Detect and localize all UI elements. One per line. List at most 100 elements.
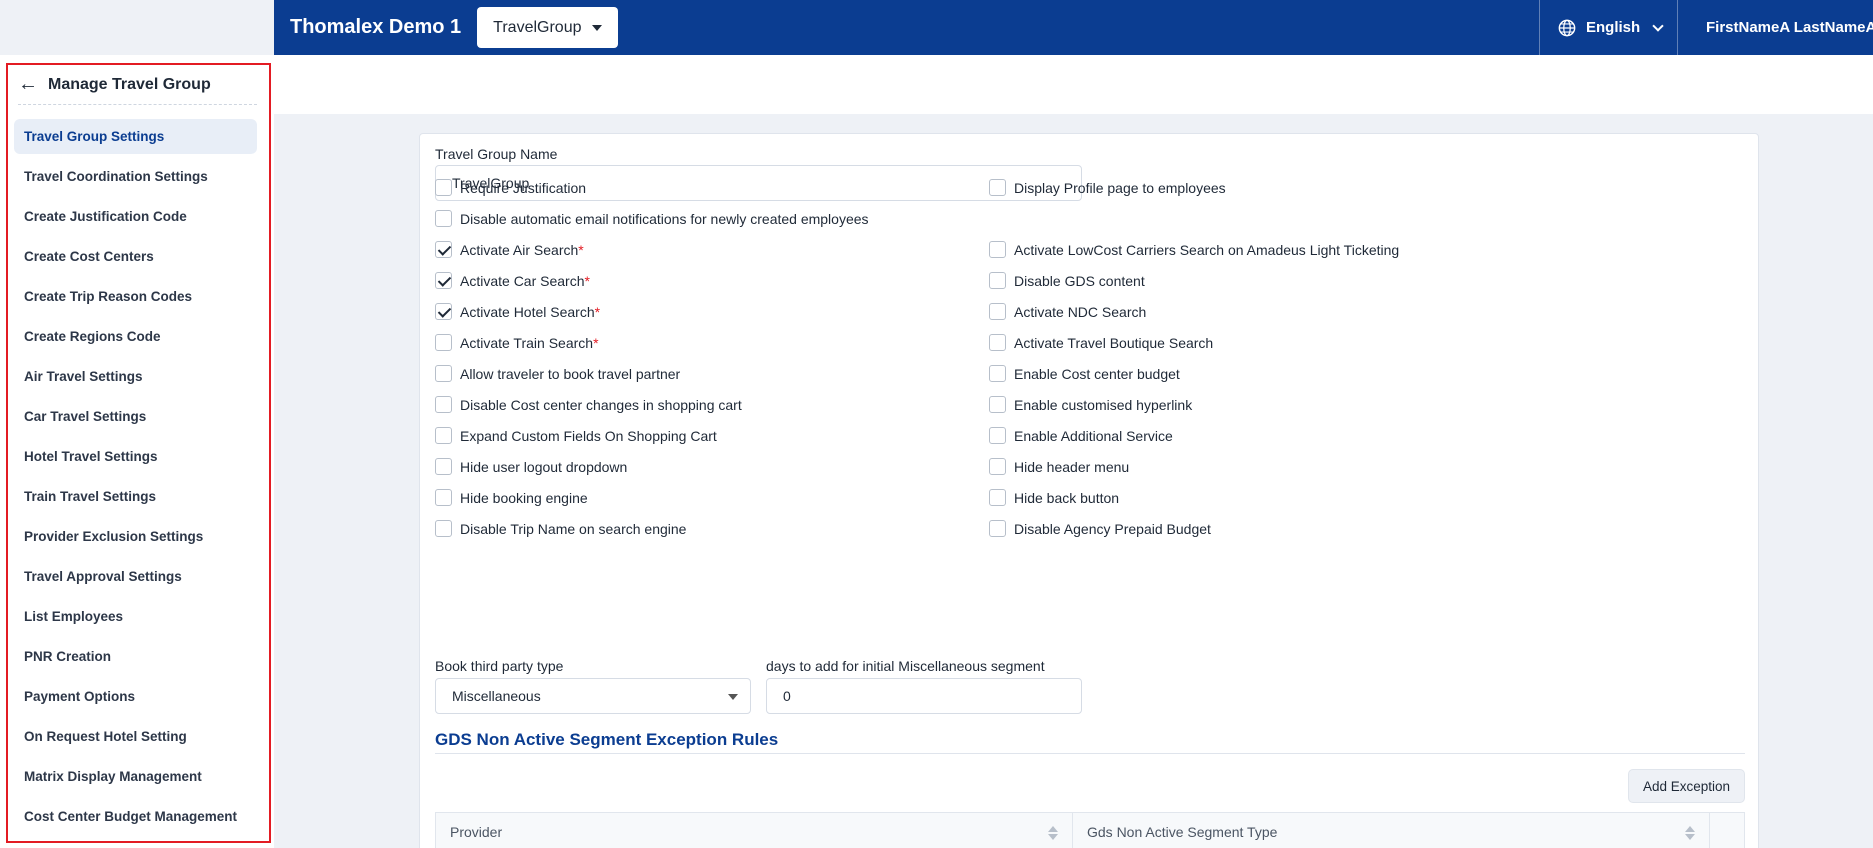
user-menu[interactable]: FirstNameA LastNameA: [1677, 0, 1873, 55]
checkbox-row-hide-header-menu[interactable]: Hide header menu: [989, 458, 1129, 475]
checkbox-label: Hide user logout dropdown: [460, 458, 628, 475]
back-arrow-icon[interactable]: ←: [18, 73, 48, 96]
sidebar-item-travel-approval-settings[interactable]: Travel Approval Settings: [14, 559, 257, 594]
checkbox-row-activate-lowcost-carriers-search-on-amadeus-light-ticketing[interactable]: Activate LowCost Carriers Search on Amad…: [989, 241, 1399, 258]
checkbox-label: Enable Additional Service: [1014, 427, 1173, 444]
sidebar-item-train-travel-settings[interactable]: Train Travel Settings: [14, 479, 257, 514]
checkbox-row-disable-gds-content[interactable]: Disable GDS content: [989, 272, 1145, 289]
checkbox[interactable]: [989, 427, 1006, 444]
caret-down-icon: [728, 694, 738, 700]
checkbox-label: Hide back button: [1014, 489, 1120, 506]
checkbox[interactable]: [989, 179, 1006, 196]
checkbox-row-disable-cost-center-changes-in-shopping-cart[interactable]: Disable Cost center changes in shopping …: [435, 396, 742, 413]
checkbox-row-display-profile-page-to-employees[interactable]: Display Profile page to employees: [989, 179, 1226, 196]
checkbox-row-activate-air-search[interactable]: Activate Air Search *: [435, 241, 584, 258]
checkbox-row-activate-travel-boutique-search[interactable]: Activate Travel Boutique Search: [989, 334, 1213, 351]
sidebar-item-create-cost-centers[interactable]: Create Cost Centers: [14, 239, 257, 274]
third-party-type-label: Book third party type: [435, 658, 564, 674]
sidebar-item-create-justification-code[interactable]: Create Justification Code: [14, 199, 257, 234]
checkbox-row-expand-custom-fields-on-shopping-cart[interactable]: Expand Custom Fields On Shopping Cart: [435, 427, 717, 444]
sidebar-item-on-request-hotel-setting[interactable]: On Request Hotel Setting: [14, 719, 257, 754]
sidebar-item-create-regions-code[interactable]: Create Regions Code: [14, 319, 257, 354]
checkbox-row-allow-traveler-to-book-travel-partner[interactable]: Allow traveler to book travel partner: [435, 365, 680, 382]
checkbox[interactable]: [435, 396, 452, 413]
user-name: FirstNameA LastNameA: [1706, 19, 1873, 36]
add-exception-button[interactable]: Add Exception: [1628, 769, 1745, 803]
checkbox-label: Require Justification: [460, 179, 587, 196]
checkbox-row-hide-back-button[interactable]: Hide back button: [989, 489, 1119, 506]
checkbox-row-disable-agency-prepaid-budget[interactable]: Disable Agency Prepaid Budget: [989, 520, 1211, 537]
checkbox-row-enable-cost-center-budget[interactable]: Enable Cost center budget: [989, 365, 1180, 382]
sidebar-title: Manage Travel Group: [48, 75, 211, 93]
checkbox-row-activate-car-search[interactable]: Activate Car Search *: [435, 272, 590, 289]
checkbox-label: Hide header menu: [1014, 458, 1130, 475]
checkbox-row-hide-booking-engine[interactable]: Hide booking engine: [435, 489, 588, 506]
checkbox-label: Allow traveler to book travel partner: [460, 365, 681, 382]
checkbox[interactable]: [435, 334, 452, 351]
checkbox-row-disable-automatic-email-notifications-for-newly-created-employees[interactable]: Disable automatic email notifications fo…: [435, 210, 869, 227]
checkbox[interactable]: [989, 241, 1006, 258]
sidebar-item-cost-center-budget-management[interactable]: Cost Center Budget Management: [14, 799, 257, 834]
checkbox-label: Enable Cost center budget: [1014, 365, 1180, 382]
sidebar-item-travel-coordination-settings[interactable]: Travel Coordination Settings: [14, 159, 257, 194]
sort-icon: [1685, 826, 1695, 840]
checkbox[interactable]: [435, 210, 452, 227]
checkbox-row-activate-ndc-search[interactable]: Activate NDC Search: [989, 303, 1146, 320]
sidebar-item-list-employees[interactable]: List Employees: [14, 599, 257, 634]
checkbox[interactable]: [989, 303, 1006, 320]
gds-section-title: GDS Non Active Segment Exception Rules: [435, 730, 779, 749]
column-header-label: Gds Non Active Segment Type: [1087, 824, 1278, 840]
checkbox[interactable]: [435, 303, 452, 320]
sidebar-item-pnr-creation[interactable]: PNR Creation: [14, 639, 257, 674]
checkbox-row-activate-hotel-search[interactable]: Activate Hotel Search *: [435, 303, 600, 320]
checkbox[interactable]: [989, 334, 1006, 351]
sidebar-item-payment-options[interactable]: Payment Options: [14, 679, 257, 714]
travel-group-name-label: Travel Group Name: [435, 146, 558, 162]
sidebar-item-hotel-travel-settings[interactable]: Hotel Travel Settings: [14, 439, 257, 474]
checkbox[interactable]: [989, 489, 1006, 506]
days-to-add-input[interactable]: 0: [766, 678, 1082, 714]
checkbox-label: Disable GDS content: [1014, 272, 1145, 289]
sidebar-item-travel-group-settings[interactable]: Travel Group Settings: [14, 119, 257, 154]
checkbox-row-hide-user-logout-dropdown[interactable]: Hide user logout dropdown: [435, 458, 627, 475]
third-party-type-select[interactable]: Miscellaneous: [435, 678, 751, 714]
checkbox[interactable]: [989, 520, 1006, 537]
sort-icon: [1048, 826, 1058, 840]
checkbox[interactable]: [435, 489, 452, 506]
globe-icon: [1558, 19, 1576, 36]
sidebar-item-provider-exclusion-settings[interactable]: Provider Exclusion Settings: [14, 519, 257, 554]
checkbox[interactable]: [989, 365, 1006, 382]
sidebar-item-matrix-display-management[interactable]: Matrix Display Management: [14, 759, 257, 794]
checkbox-row-enable-customised-hyperlink[interactable]: Enable customised hyperlink: [989, 396, 1192, 413]
checkbox-row-enable-additional-service[interactable]: Enable Additional Service: [989, 427, 1173, 444]
checkbox-label: Disable Agency Prepaid Budget: [1014, 520, 1211, 537]
checkbox-label: Disable Cost center changes in shopping …: [460, 396, 742, 413]
column-header-label: Provider: [450, 824, 503, 840]
checkbox[interactable]: [435, 458, 452, 475]
checkbox-row-activate-train-search[interactable]: Activate Train Search *: [435, 334, 599, 351]
checkbox-label: Activate LowCost Carriers Search on Amad…: [1014, 241, 1400, 258]
sidebar-item-create-trip-reason-codes[interactable]: Create Trip Reason Codes: [14, 279, 257, 314]
language-selector[interactable]: English: [1539, 0, 1677, 55]
checkbox-row-disable-trip-name-on-search-engine[interactable]: Disable Trip Name on search engine: [435, 520, 686, 537]
checkbox-row-require-justification[interactable]: Require Justification: [435, 179, 586, 196]
checkbox[interactable]: [989, 272, 1006, 289]
travel-group-select-value: TravelGroup: [493, 18, 582, 36]
sidebar: ← Manage Travel Group Travel Group Setti…: [0, 55, 274, 848]
checkbox[interactable]: [989, 396, 1006, 413]
sidebar-item-car-travel-settings[interactable]: Car Travel Settings: [14, 399, 257, 434]
column-header-provider[interactable]: Provider: [436, 813, 1073, 848]
checkbox[interactable]: [435, 241, 452, 258]
gds-table-header: Provider Gds Non Active Segment Type: [435, 812, 1745, 848]
checkbox[interactable]: [435, 179, 452, 196]
checkbox[interactable]: [435, 365, 452, 382]
checkbox[interactable]: [989, 458, 1006, 475]
travel-group-select[interactable]: TravelGroup: [477, 7, 618, 48]
column-header-segment-type[interactable]: Gds Non Active Segment Type: [1073, 813, 1710, 848]
checkbox-label: Expand Custom Fields On Shopping Cart: [460, 427, 717, 444]
checkbox[interactable]: [435, 520, 452, 537]
checkbox[interactable]: [435, 427, 452, 444]
sidebar-item-air-travel-settings[interactable]: Air Travel Settings: [14, 359, 257, 394]
checkbox[interactable]: [435, 272, 452, 289]
sidebar-menu: Travel Group Settings Travel Coordinatio…: [8, 119, 269, 834]
